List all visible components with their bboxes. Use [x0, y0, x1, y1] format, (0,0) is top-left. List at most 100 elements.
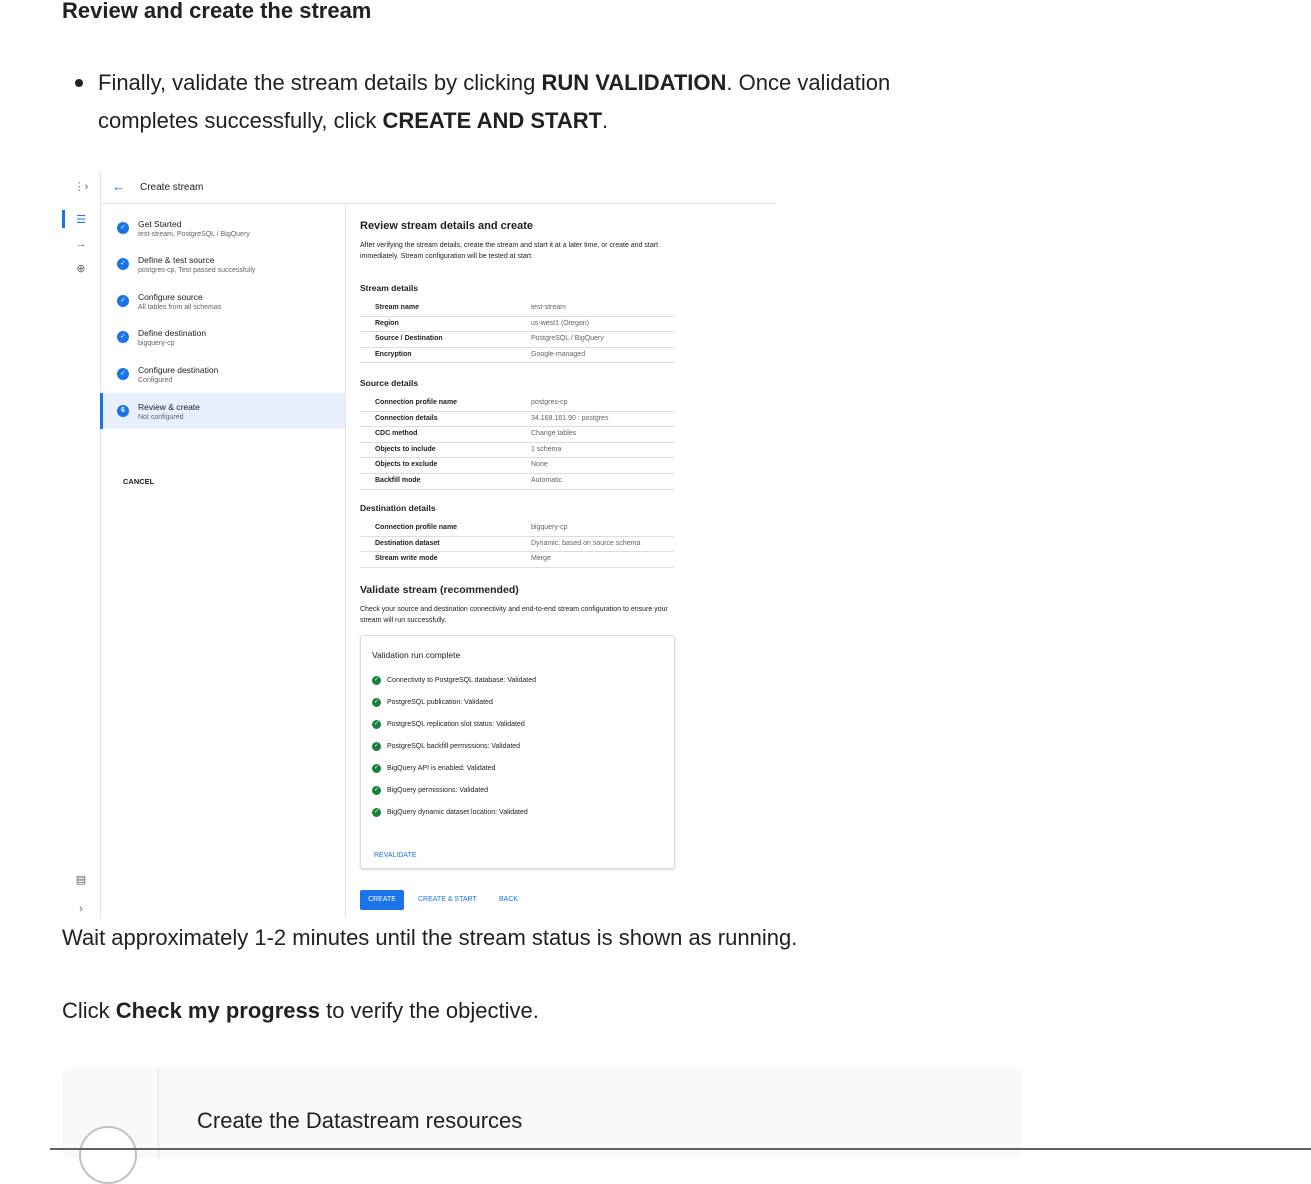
row-label: Destination dataset: [375, 539, 440, 547]
destination-details-table: Connection profile name bigquery-cp Desti…: [360, 521, 674, 568]
check-circle-icon: ✓: [117, 222, 129, 234]
step-subtitle: bigquery-cp: [138, 340, 175, 347]
validation-title: Validation run complete: [372, 650, 461, 660]
step-define-destination[interactable]: ✓ Define destination bigquery-cp: [100, 319, 345, 355]
row-label: Connection profile name: [375, 524, 458, 531]
row-value: PostgreSQL / BigQuery: [531, 335, 604, 343]
review-intro: After verifying the stream details, crea…: [360, 242, 659, 260]
row-value: Google-managed: [531, 350, 586, 358]
row-label: Encryption: [375, 350, 412, 358]
cancel-button[interactable]: CANCEL: [123, 477, 154, 486]
check-progress-card: Create the Datastream resources: [62, 1068, 1022, 1184]
step-get-started[interactable]: ✓ Get Started test-stream, PostgreSQL / …: [100, 210, 345, 246]
step-title: Review & create: [138, 402, 200, 412]
bullet-text: .: [602, 108, 609, 133]
row-label: Connection profile name: [375, 399, 458, 406]
step-number-icon: 6: [117, 405, 129, 417]
row-value: None: [531, 461, 548, 469]
stream-details-heading: Stream details: [360, 283, 419, 293]
step-subtitle: Not configured: [138, 414, 184, 421]
check-circle-icon: ✓: [117, 295, 129, 307]
left-rail: ⋮› ☰ → ⊕ ▤ ›: [62, 172, 101, 918]
row-value: test-stream: [531, 304, 567, 311]
check-circle-icon: ✓: [372, 742, 381, 751]
check-card-title: Create the Datastream resources: [197, 1108, 523, 1133]
row-value: us-west1 (Oregon): [531, 319, 589, 327]
table-row: Stream write mode Merge: [360, 552, 674, 568]
create-button[interactable]: CREATE: [360, 890, 404, 910]
step-subtitle: All tables from all schemas: [138, 304, 222, 311]
row-label: Stream name: [375, 304, 419, 311]
validate-text: Check your source and destination connec…: [360, 606, 668, 624]
click-text: Click: [62, 998, 116, 1023]
wait-text: Wait approximately 1-2 minutes until the…: [62, 925, 798, 950]
validation-card: Validation run complete ✓ Connectivity to…: [360, 635, 675, 869]
globe-icon[interactable]: ⊕: [72, 262, 90, 276]
check-circle-icon: ✓: [372, 720, 381, 729]
bullet-text: Finally, validate the stream details by …: [98, 70, 542, 95]
card-divider: [158, 1068, 159, 1158]
table-row: Stream name test-stream: [360, 301, 674, 317]
table-row: Connection profile name bigquery-cp: [360, 521, 674, 537]
row-label: Connection details: [375, 414, 438, 422]
check-my-progress-emphasis: Check my progress: [115, 998, 320, 1023]
run-validation-emphasis: RUN VALIDATION: [541, 70, 727, 95]
top-bar: ← Create stream: [100, 172, 776, 204]
row-label: Objects to include: [375, 445, 436, 453]
table-row: Objects to include 1 schema: [360, 443, 674, 459]
create-stream-screenshot: ⋮› ☰ → ⊕ ▤ › ← Create stream ✓ Get Start…: [62, 172, 776, 918]
section-heading: Review and create the stream: [62, 0, 372, 23]
table-row: Connection details 34.168.161.90 : postgr…: [360, 412, 674, 428]
table-row: Backfill mode Automatic: [360, 474, 674, 490]
list-icon[interactable]: ☰: [72, 213, 90, 227]
check-circle-icon: ✓: [117, 368, 129, 380]
page-title: Create stream: [140, 182, 204, 193]
table-row: Encryption Google-managed: [360, 348, 674, 364]
table-row: Connection profile name postgres-cp: [360, 396, 674, 412]
row-value: 1 schema: [531, 445, 562, 453]
validation-label: Connectivity to PostgreSQL database: Val…: [387, 677, 537, 684]
arrow-icon[interactable]: →: [72, 237, 90, 251]
stream-details-table: Stream name test-stream Region us-west1 (O…: [360, 301, 674, 364]
validation-label: BigQuery permissions: Validated: [387, 787, 489, 794]
table-row: Source / Destination PostgreSQL / BigQuer…: [360, 332, 674, 348]
step-title: Define destination: [138, 328, 207, 338]
step-review-create[interactable]: 6 Review & create Not configured: [100, 393, 345, 429]
source-details-heading: Source details: [360, 378, 419, 388]
row-value: Merge: [531, 555, 551, 563]
validation-label: BigQuery API is enabled: Validated: [387, 765, 496, 772]
create-and-start-button[interactable]: CREATE & START: [418, 896, 477, 903]
create-and-start-emphasis: CREATE AND START: [382, 108, 603, 133]
step-configure-destination[interactable]: ✓ Configure destination Configured: [100, 356, 345, 392]
row-value: Automatic: [531, 476, 563, 484]
table-row: CDC method Change tables: [360, 427, 674, 443]
row-value: Dynamic, based on source schema: [531, 539, 641, 547]
step-title: Configure destination: [138, 365, 219, 375]
instruction-bullet: Finally, validate the stream details by …: [75, 64, 995, 140]
notes-icon[interactable]: ▤: [72, 873, 90, 887]
revalidate-button[interactable]: REVALIDATE: [374, 852, 417, 859]
review-heading: Review stream details and create: [360, 220, 534, 232]
source-details-table: Connection profile name postgres-cp Conne…: [360, 396, 674, 490]
row-label: Backfill mode: [375, 476, 421, 484]
back-arrow-icon[interactable]: ←: [112, 179, 125, 194]
validation-label: BigQuery dynamic dataset location: Valid…: [387, 809, 528, 816]
table-row: Objects to exclude None: [360, 458, 674, 474]
back-button[interactable]: BACK: [499, 896, 518, 903]
row-value: Change tables: [531, 430, 577, 438]
datastream-logo-icon: ⋮›: [73, 181, 89, 193]
expand-icon[interactable]: ›: [72, 902, 90, 916]
check-circle-icon: ✓: [117, 331, 129, 343]
click-text: to verify the objective.: [319, 998, 539, 1023]
check-progress-text: Click Check my progress to verify the ob…: [62, 998, 539, 1024]
step-define-source[interactable]: ✓ Define & test source postgres-cp, Test…: [100, 246, 345, 282]
step-title: Get Started: [138, 219, 182, 229]
row-label: Objects to exclude: [375, 461, 438, 469]
row-label: Source / Destination: [375, 335, 443, 343]
step-title: Define & test source: [138, 255, 215, 265]
check-circle-icon: ✓: [372, 786, 381, 795]
validation-label: PostgreSQL replication slot status: Vali…: [387, 721, 525, 728]
step-subtitle: postgres-cp, Test passed successfully: [138, 267, 256, 274]
step-configure-source[interactable]: ✓ Configure source All tables from all s…: [100, 283, 345, 319]
row-label: Stream write mode: [375, 555, 438, 563]
